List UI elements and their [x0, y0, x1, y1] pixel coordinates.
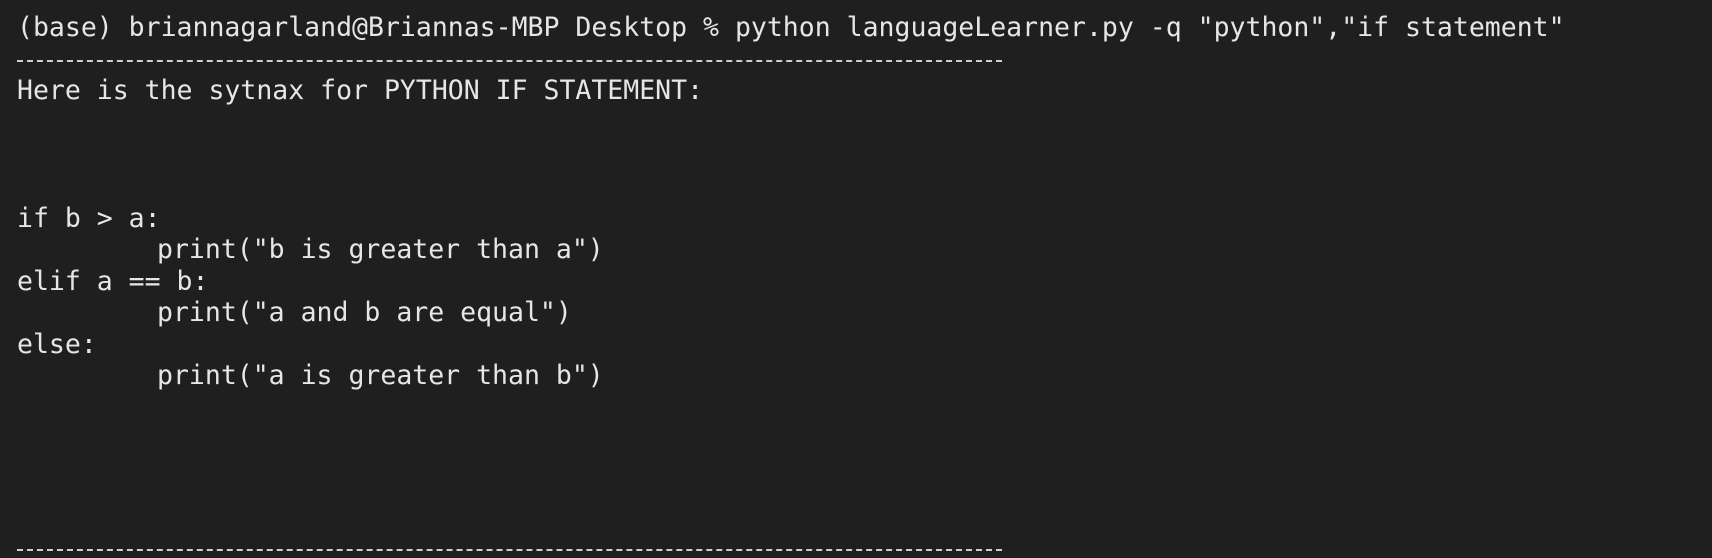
code-line: print("b is greater than a") [157, 234, 604, 265]
terminal-window[interactable]: (base) briannagarland@Briannas-MBP Deskt… [0, 0, 1712, 558]
syntax-header: Here is the sytnax for PYTHON IF STATEME… [17, 75, 704, 106]
code-line: print("a and b are equal") [157, 297, 572, 328]
code-line: elif a == b: [17, 266, 209, 297]
bottom-divider [17, 549, 1002, 551]
code-line: print("a is greater than b") [157, 360, 604, 391]
code-line: else: [17, 329, 97, 360]
code-line: if b > a: [17, 203, 161, 234]
top-divider [17, 60, 1002, 62]
command-prompt-line: (base) briannagarland@Briannas-MBP Deskt… [17, 12, 1565, 43]
